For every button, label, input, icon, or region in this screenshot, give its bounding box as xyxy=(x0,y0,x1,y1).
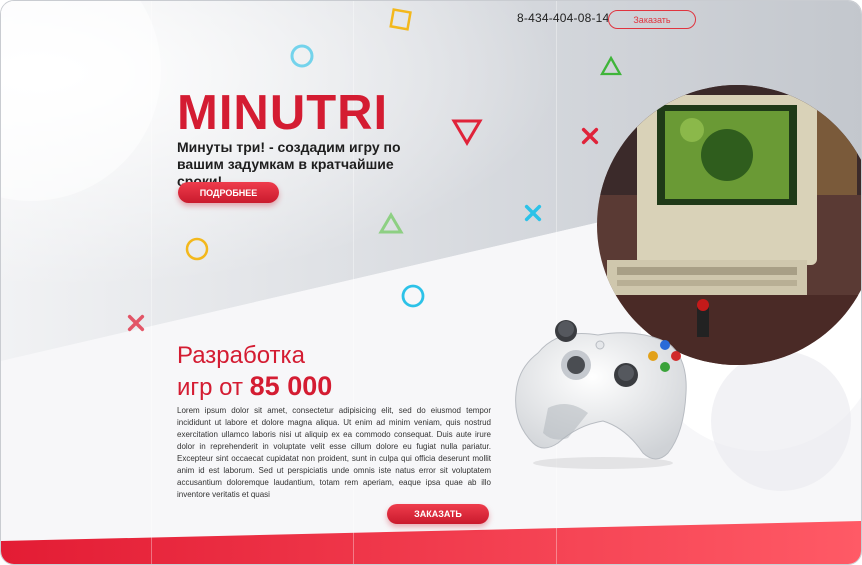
development-heading: Разработка игр от 85 000 xyxy=(177,341,332,403)
hero-title: MINUTRI xyxy=(177,86,389,140)
order-button-top[interactable]: Заказать xyxy=(608,10,696,29)
development-description: Lorem ipsum dolor sit amet, consectetur … xyxy=(177,406,491,499)
development-heading-line2: игр от 85 000 xyxy=(177,371,332,403)
cross-icon xyxy=(581,127,599,145)
bg-stripe xyxy=(151,1,152,564)
circle-icon xyxy=(401,284,425,308)
cross-icon xyxy=(524,204,542,222)
price-prefix: игр от xyxy=(177,374,250,401)
bg-stripe xyxy=(556,1,557,564)
more-button[interactable]: ПОДРОБНЕЕ xyxy=(178,182,279,203)
order-button[interactable]: ЗАКАЗАТЬ xyxy=(387,504,489,524)
triangle-icon xyxy=(600,55,622,76)
phone-number[interactable]: 8-434-404-08-14 xyxy=(517,11,609,25)
price-value: 85 000 xyxy=(249,371,333,401)
page-frame: 8-434-404-08-14 Заказать MINUTRI Минуты … xyxy=(0,0,862,565)
triangle-icon xyxy=(378,212,404,234)
triangle-icon xyxy=(451,119,483,146)
square-icon xyxy=(389,8,412,31)
circle-icon xyxy=(290,44,314,68)
circle-icon xyxy=(185,237,209,261)
cross-icon xyxy=(127,314,145,332)
development-heading-line1: Разработка xyxy=(177,342,305,369)
gamepad-image xyxy=(515,320,687,469)
